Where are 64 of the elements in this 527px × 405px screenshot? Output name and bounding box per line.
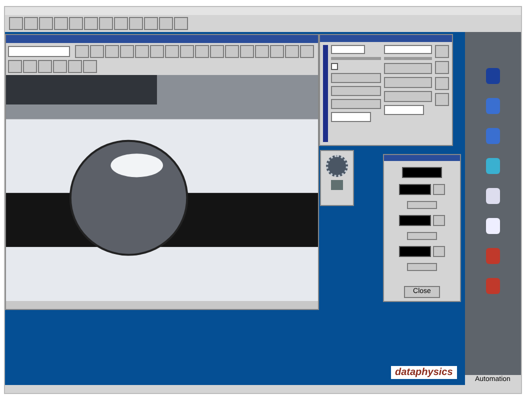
toolbar-button[interactable]: [90, 45, 104, 58]
input-field[interactable]: [384, 105, 424, 115]
toolbar-button[interactable]: [435, 93, 449, 106]
toolbar-button[interactable]: [129, 17, 143, 30]
toolbar-button[interactable]: [84, 17, 98, 30]
toolbar-button[interactable]: [435, 77, 449, 90]
toolbar-button[interactable]: [165, 45, 179, 58]
toolbar-button[interactable]: [150, 45, 164, 58]
checkbox[interactable]: [331, 63, 338, 70]
slider-track[interactable]: [331, 57, 381, 60]
value-display: [399, 246, 431, 257]
toolbar-button[interactable]: [195, 45, 209, 58]
toolbar-button[interactable]: [23, 60, 37, 73]
toolbar-button[interactable]: [433, 184, 445, 195]
toolbar-button[interactable]: [9, 17, 23, 30]
value-display: [402, 167, 442, 178]
toolbar-button[interactable]: [210, 45, 224, 58]
toolbar-button[interactable]: [255, 45, 269, 58]
logo: dataphysics: [391, 366, 457, 379]
toolbar-button[interactable]: [174, 17, 188, 30]
toolbar-button[interactable]: [435, 61, 449, 74]
value-display: [399, 184, 431, 195]
dropdown-field[interactable]: [384, 45, 432, 54]
input-field[interactable]: [331, 112, 371, 122]
toolbar-button[interactable]: [331, 99, 381, 109]
toolbar-button[interactable]: [99, 17, 113, 30]
toolbar-button[interactable]: [83, 60, 97, 73]
toolbar-button[interactable]: [159, 17, 173, 30]
value-display: [399, 215, 431, 226]
toolbar-button[interactable]: [384, 77, 432, 88]
toolbar-button[interactable]: [39, 17, 53, 30]
slider-track[interactable]: [384, 57, 432, 60]
toolbar-button[interactable]: [433, 246, 445, 257]
toolbar-button[interactable]: [435, 45, 449, 58]
spin-field[interactable]: [331, 45, 365, 54]
toolbar-button[interactable]: [384, 91, 432, 102]
toolbar-button[interactable]: [331, 86, 381, 96]
toolbar-button[interactable]: [144, 17, 158, 30]
toolbar-button[interactable]: [433, 215, 445, 226]
dropdown-field[interactable]: [8, 46, 70, 57]
toolbar-button[interactable]: [180, 45, 194, 58]
toolbar-button[interactable]: [300, 45, 314, 58]
toolbar-button[interactable]: [54, 17, 68, 30]
toolbar-button[interactable]: [105, 45, 119, 58]
toolbar-button[interactable]: [285, 45, 299, 58]
toolbar-button[interactable]: [407, 201, 437, 209]
toolbar-button[interactable]: [407, 263, 437, 271]
toolbar-button[interactable]: [384, 63, 432, 74]
toolbar-button[interactable]: [68, 60, 82, 73]
gear-icon: [326, 155, 348, 177]
toolbar-button[interactable]: [53, 60, 67, 73]
toolbar-button[interactable]: [8, 60, 22, 73]
toolbar-button[interactable]: [75, 45, 89, 58]
toolbar-button[interactable]: [225, 45, 239, 58]
toolbar-button[interactable]: [24, 17, 38, 30]
toolbar-button[interactable]: [114, 17, 128, 30]
toolbar-button[interactable]: [407, 232, 437, 240]
toolbar-button[interactable]: [270, 45, 284, 58]
camera-view: [331, 180, 343, 190]
toolbar-button[interactable]: [69, 17, 83, 30]
toolbar-button[interactable]: [135, 45, 149, 58]
toolbar-button[interactable]: [120, 45, 134, 58]
toolbar-button[interactable]: [38, 60, 52, 73]
toolbar-button[interactable]: [240, 45, 254, 58]
